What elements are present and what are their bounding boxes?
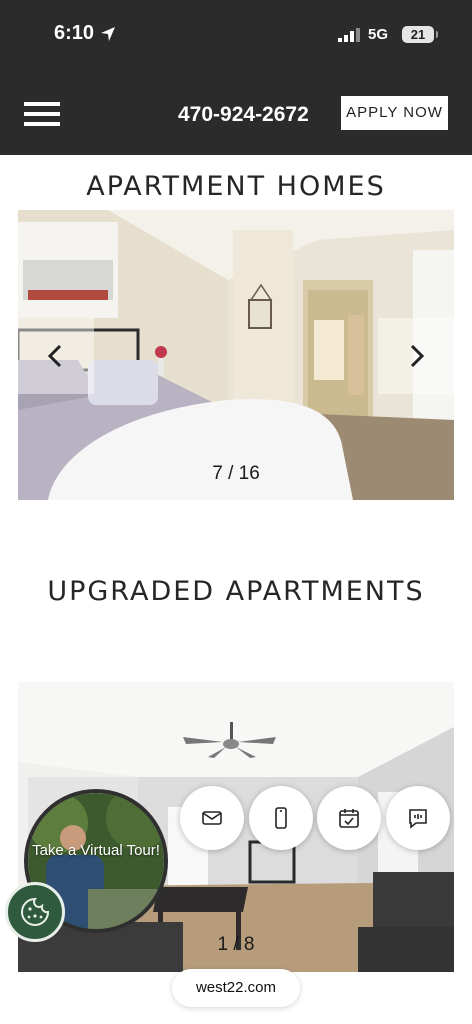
- chat-icon: [409, 809, 427, 829]
- email-button[interactable]: [180, 786, 244, 850]
- schedule-tour-button[interactable]: [317, 786, 381, 850]
- location-arrow-icon: [101, 27, 115, 41]
- section-title-upgraded-apartments: UPGRADED APARTMENTS: [47, 576, 425, 607]
- phone-icon: [275, 807, 287, 829]
- apartment-homes-gallery[interactable]: 7 / 16: [18, 210, 454, 500]
- apply-now-button[interactable]: APPLY NOW: [341, 96, 448, 130]
- chevron-right-icon: [410, 344, 425, 368]
- slide-counter: 1 / 8: [217, 934, 255, 955]
- cookie-icon: [21, 897, 50, 926]
- previous-slide-button[interactable]: [18, 318, 94, 394]
- slide-counter: 7 / 16: [212, 463, 260, 484]
- section-title-apartment-homes: APARTMENT HOMES: [86, 171, 386, 202]
- phone-link[interactable]: 470-924-2672: [178, 103, 309, 127]
- status-bar: 6:10 5G 21: [0, 0, 472, 70]
- network-label: 5G: [368, 26, 389, 43]
- chevron-left-icon: [47, 344, 62, 368]
- hamburger-menu-icon[interactable]: [24, 102, 60, 126]
- site-header: 470-924-2672 APPLY NOW: [0, 70, 472, 155]
- url-bar[interactable]: west22.com: [172, 969, 300, 1007]
- calendar-icon: [339, 809, 359, 828]
- battery-indicator: 21: [402, 26, 438, 43]
- signal-icon: [338, 28, 360, 42]
- next-slide-button[interactable]: [378, 318, 454, 394]
- cookie-settings-button[interactable]: [5, 882, 65, 942]
- mail-icon: [202, 811, 222, 825]
- virtual-tour-label: Take a Virtual Tour!: [32, 842, 160, 859]
- call-button[interactable]: [249, 786, 313, 850]
- chat-button[interactable]: [386, 786, 450, 850]
- status-time: 6:10: [54, 22, 95, 44]
